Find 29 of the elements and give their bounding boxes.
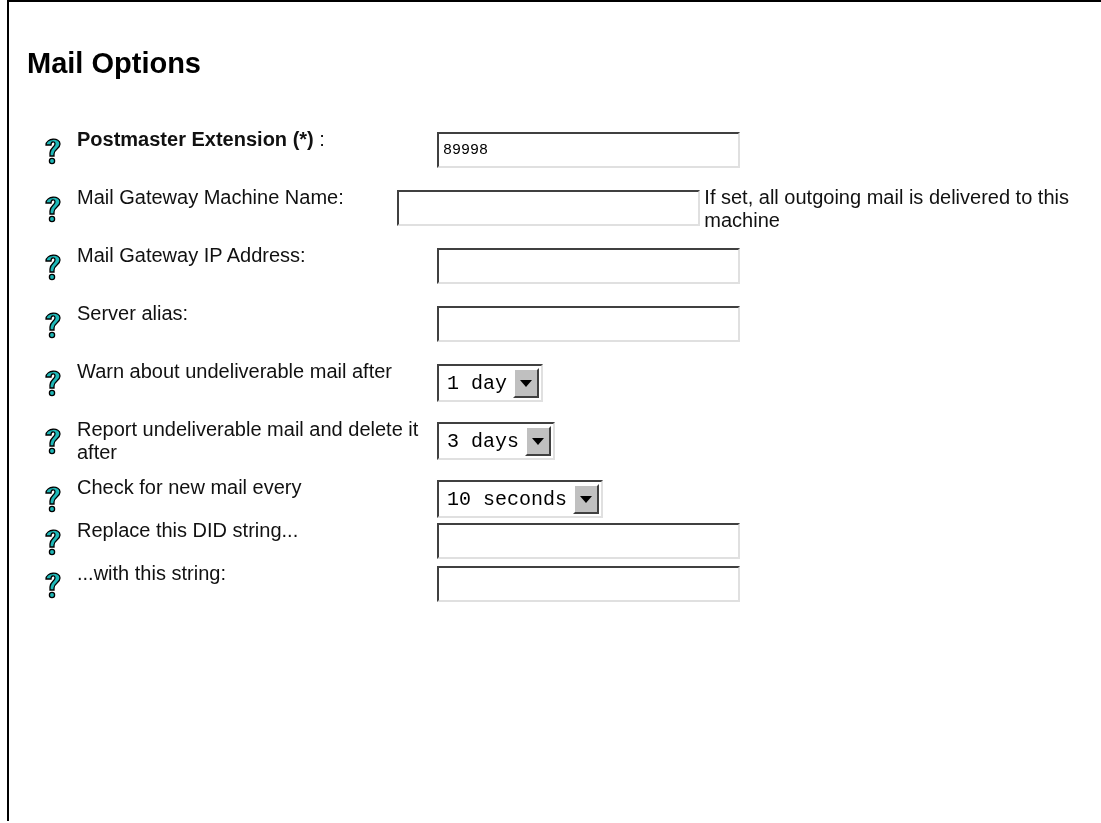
field-label: Report undeliverable mail and delete it after xyxy=(77,418,420,464)
help-icon[interactable] xyxy=(43,527,63,557)
dropdown[interactable]: 1 day xyxy=(437,364,543,402)
field-label: Server alias: xyxy=(77,302,190,325)
help-icon[interactable] xyxy=(43,368,63,398)
text-field[interactable] xyxy=(397,190,701,226)
help-icon[interactable] xyxy=(43,136,63,166)
field-label: Replace this DID string... xyxy=(77,519,300,542)
help-icon[interactable] xyxy=(43,252,63,282)
field-label: ...with this string: xyxy=(77,562,227,585)
field-label: Warn about undeliverable mail after xyxy=(77,360,393,383)
field-label: Mail Gateway Machine Name: xyxy=(77,186,345,209)
field-label: Check for new mail every xyxy=(77,476,303,499)
dropdown[interactable]: 3 days xyxy=(437,422,555,460)
help-icon[interactable] xyxy=(43,194,63,224)
text-field[interactable]: 89998 xyxy=(437,132,740,168)
help-icon[interactable] xyxy=(43,426,63,456)
field-label: Mail Gateway IP Address: xyxy=(77,244,307,267)
text-field[interactable] xyxy=(437,306,740,342)
page-title: Mail Options xyxy=(27,46,202,80)
help-icon[interactable] xyxy=(43,310,63,340)
help-icon[interactable] xyxy=(43,484,63,514)
field-hint: If set, all outgoing mail is delivered to this machine xyxy=(704,186,1070,232)
dropdown[interactable]: 10 seconds xyxy=(437,480,604,518)
text-field[interactable] xyxy=(437,566,740,602)
help-icon[interactable] xyxy=(43,570,63,600)
text-field[interactable] xyxy=(437,523,740,559)
text-field[interactable] xyxy=(437,248,740,284)
field-label: Postmaster Extension (*) : xyxy=(77,128,326,151)
